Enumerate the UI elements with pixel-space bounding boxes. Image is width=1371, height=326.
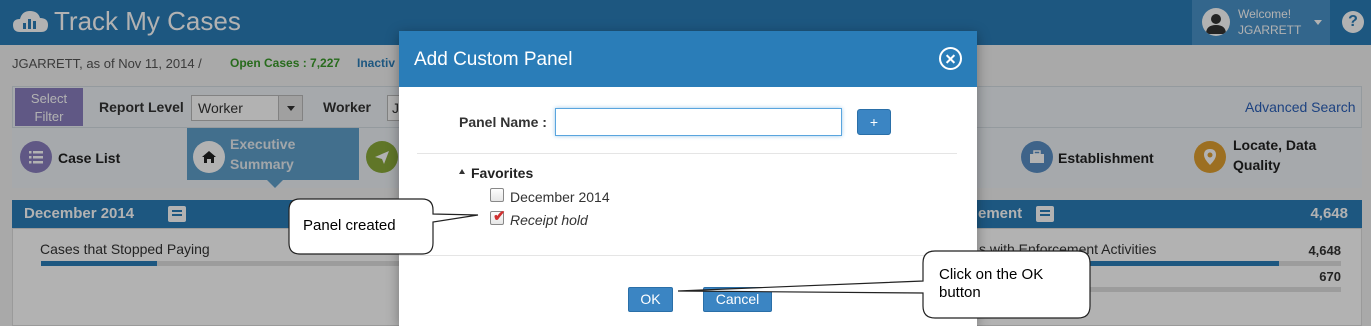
add-panel-button[interactable]: + xyxy=(857,109,891,135)
dialog-header: Add Custom Panel xyxy=(399,31,977,87)
panel-name-label: Panel Name : xyxy=(459,114,547,130)
favorite-checkbox-december-2014[interactable] xyxy=(490,188,504,202)
callout-click-ok-line2: button xyxy=(939,284,981,301)
ok-button[interactable]: OK xyxy=(628,287,673,312)
callout-panel-created: Panel created xyxy=(303,217,396,234)
cancel-button[interactable]: Cancel xyxy=(703,287,772,312)
dialog-title: Add Custom Panel xyxy=(414,49,573,70)
favorites-label[interactable]: Favorites xyxy=(471,165,533,181)
add-custom-panel-dialog: Add Custom Panel Panel Name : + Favorite… xyxy=(399,31,977,326)
panel-name-input[interactable] xyxy=(555,108,842,136)
divider xyxy=(399,255,977,256)
divider xyxy=(417,153,957,154)
caret-up-icon[interactable] xyxy=(459,169,465,174)
callout-click-ok-line1: Click on the OK xyxy=(939,266,1044,283)
favorite-label-december-2014: December 2014 xyxy=(510,189,610,205)
favorite-label-receipt-hold: Receipt hold xyxy=(510,212,588,228)
close-icon[interactable] xyxy=(939,47,962,70)
favorite-checkbox-receipt-hold[interactable]: ✔ xyxy=(490,208,506,225)
checkmark-icon: ✔ xyxy=(493,208,506,225)
